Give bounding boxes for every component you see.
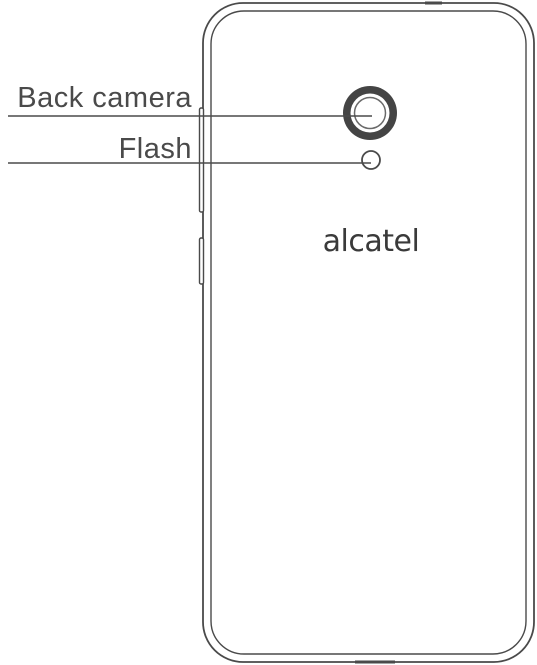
power-key: [198, 237, 205, 285]
back-camera-label: Back camera: [17, 82, 192, 114]
flash-label: Flash: [119, 133, 192, 165]
brand-logo: alcatel: [323, 224, 420, 259]
flash-light: [361, 150, 381, 170]
back-camera: [343, 86, 397, 140]
phone-back-diagram: Back camera Flash alcatel: [8, 1, 535, 664]
volume-key: [198, 107, 205, 213]
camera-lens-glass: [353, 96, 387, 130]
